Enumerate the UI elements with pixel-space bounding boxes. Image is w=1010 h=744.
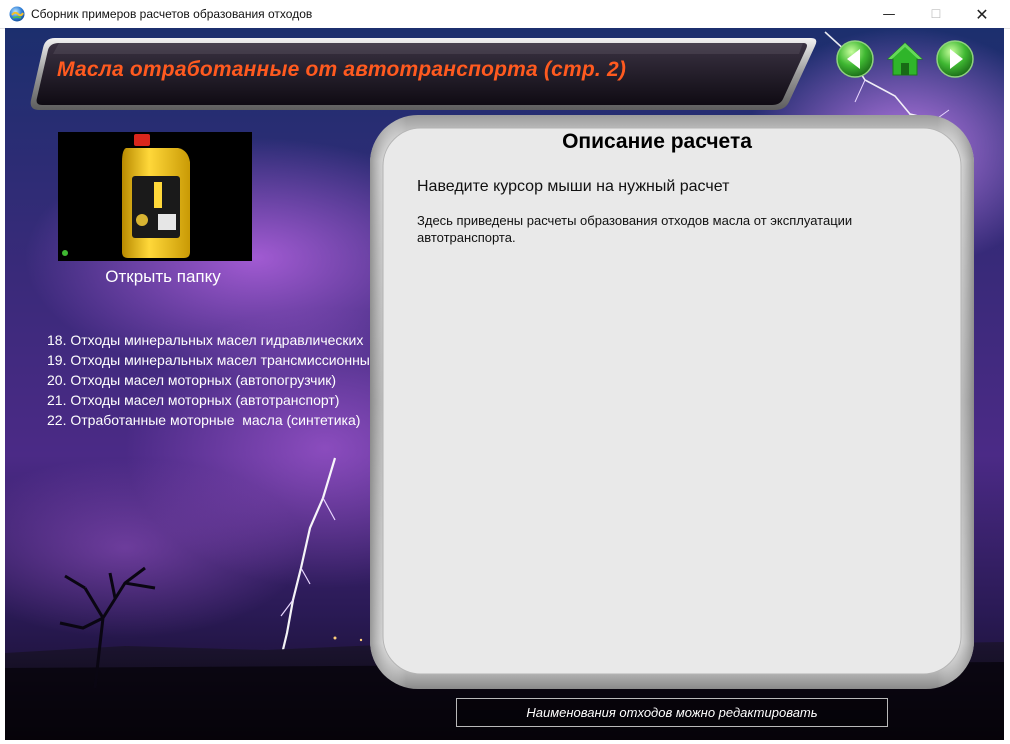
calc-item-19[interactable]: 19. Отходы минеральных масел трансмиссио… — [47, 350, 377, 370]
description-prompt: Наведите курсор мыши на нужный расчет — [417, 178, 730, 195]
window-titlebar: Сборник примеров расчетов образования от… — [0, 0, 1010, 29]
back-button[interactable] — [835, 39, 875, 79]
oil-canister-image[interactable] — [58, 132, 252, 261]
forward-button[interactable] — [935, 39, 975, 79]
calc-item-18[interactable]: 18. Отходы минеральных масел гидравличес… — [47, 330, 377, 350]
footer-note: Наименования отходов можно редактировать — [456, 698, 888, 727]
calc-item-20[interactable]: 20. Отходы масел моторных (автопогрузчик… — [47, 370, 377, 390]
app-canvas: Масла отработанные от автотранспорта (ст… — [5, 28, 1004, 740]
calc-item-21[interactable]: 21. Отходы масел моторных (автотранспорт… — [47, 390, 377, 410]
page-title: Масла отработанные от автотранспорта (ст… — [57, 58, 627, 81]
home-button[interactable] — [885, 39, 925, 79]
close-button[interactable]: ✕ — [959, 0, 1005, 28]
window-title: Сборник примеров расчетов образования от… — [31, 7, 313, 21]
calculation-list: 18. Отходы минеральных масел гидравличес… — [47, 330, 377, 430]
calc-item-22[interactable]: 22. Отработанные моторные масла (синтети… — [47, 410, 377, 430]
description-panel: Описание расчета Наведите курсор мыши на… — [387, 130, 957, 675]
maximize-button[interactable]: ☐ — [913, 0, 959, 28]
home-icon — [886, 42, 924, 76]
description-text: Здесь приведены расчеты образования отхо… — [417, 213, 853, 245]
description-heading: Описание расчета — [562, 130, 752, 153]
app-globe-icon — [9, 6, 25, 22]
minimize-button[interactable]: — — [866, 0, 912, 28]
open-folder-link[interactable]: Открыть папку — [58, 267, 268, 287]
